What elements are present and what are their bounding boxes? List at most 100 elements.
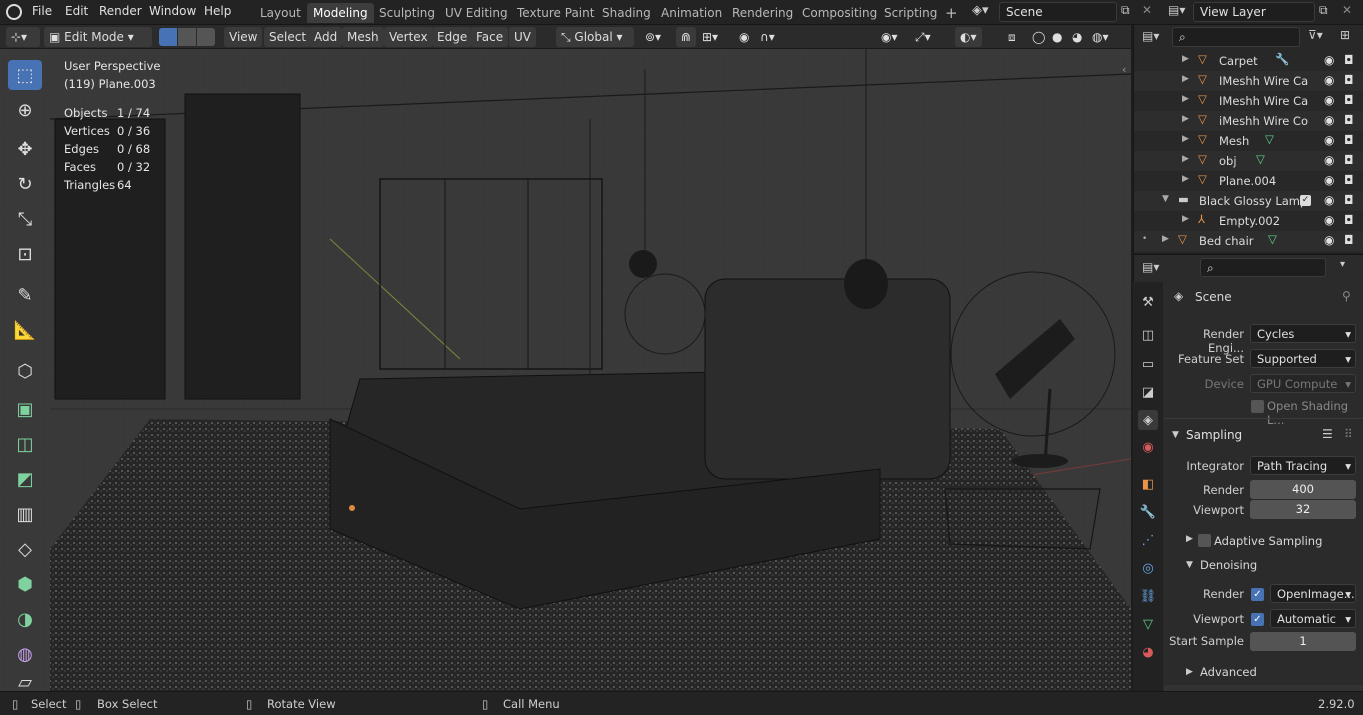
menu-vertex[interactable]: Vertex — [384, 27, 433, 47]
eye-icon[interactable]: ◉ — [1324, 213, 1334, 227]
extrude-tool-icon[interactable]: ▣ — [8, 394, 42, 424]
vertex-select-icon[interactable] — [159, 28, 177, 46]
poly-build-tool-icon[interactable]: ⬢ — [8, 569, 42, 599]
tool-tab-icon[interactable]: ⚒ — [1138, 292, 1158, 312]
outliner-item[interactable]: ▶ ▽ Carpet 🔧 ◉ ◘ — [1134, 51, 1363, 71]
camera-icon[interactable]: ◘ — [1344, 53, 1354, 67]
denoise-viewport-select[interactable]: Automatic ▾ — [1270, 609, 1356, 628]
overlays-icon[interactable]: ◐▾ — [955, 27, 982, 47]
camera-icon[interactable]: ◘ — [1344, 213, 1354, 227]
render-tab-icon[interactable]: ◫ — [1138, 325, 1158, 345]
material-shading-icon[interactable]: ◕ — [1067, 27, 1087, 47]
eye-icon[interactable]: ◉ — [1324, 93, 1334, 107]
rotate-tool-icon[interactable]: ↻ — [8, 169, 42, 199]
outliner-item[interactable]: ▶ ▽ iMeshh Wire Co ◉ ◘ — [1134, 111, 1363, 131]
physics-tab-icon[interactable]: ◎ — [1138, 558, 1158, 578]
expand-arrow-icon[interactable]: ▶ — [1182, 174, 1189, 184]
add-workspace-button[interactable]: + — [939, 3, 964, 23]
tab-animation[interactable]: Animation — [655, 3, 728, 23]
menu-uv[interactable]: UV — [509, 27, 536, 47]
expand-arrow-icon[interactable]: ▶ — [1182, 134, 1189, 144]
camera-icon[interactable]: ◘ — [1344, 133, 1354, 147]
denoise-render-select[interactable]: OpenImage... ▾ — [1270, 584, 1356, 603]
smooth-tool-icon[interactable]: ◍ — [8, 639, 42, 669]
data-tab-icon[interactable]: ▽ — [1138, 614, 1158, 634]
remove-scene-icon[interactable]: ✕ — [1142, 3, 1152, 17]
render-engine-select[interactable]: Cycles ▾ — [1250, 324, 1356, 343]
transform-tool-icon[interactable]: ⊡ — [8, 239, 42, 269]
outliner-search-input[interactable]: ⌕ — [1172, 27, 1300, 47]
eye-icon[interactable]: ◉ — [1324, 173, 1334, 187]
loop-cut-tool-icon[interactable]: ▥ — [8, 499, 42, 529]
outliner-item[interactable]: ▶ ▽ Plane.004 ◉ ◘ — [1134, 171, 1363, 191]
outliner-item[interactable]: ▶ ▽ IMeshh Wire Ca ◉ ◘ — [1134, 91, 1363, 111]
annotate-tool-icon[interactable]: ✎ — [8, 280, 42, 310]
mode-selector[interactable]: ▣ Edit Mode ▾ — [44, 27, 152, 47]
display-mode-icon[interactable]: ▤▾ — [1142, 29, 1159, 43]
tab-texture-paint[interactable]: Texture Paint — [511, 3, 600, 23]
viewport-samples-field[interactable]: 32 — [1250, 500, 1356, 519]
edge-select-icon[interactable] — [178, 28, 196, 46]
filter-icon[interactable]: ⊽▾ — [1308, 28, 1323, 42]
eye-icon[interactable]: ◉ — [1324, 153, 1334, 167]
properties-options-icon[interactable]: ▾ — [1340, 259, 1345, 270]
outliner-collection[interactable]: ▼ ▬ Black Glossy Lamp ✓ ◉ ◘ — [1134, 191, 1363, 211]
menu-file[interactable]: File — [32, 4, 52, 18]
visibility-icon[interactable]: ◉▾ — [876, 27, 903, 47]
modifier-tab-icon[interactable]: 🔧 — [1138, 502, 1158, 522]
outliner-item[interactable]: ▶ ⅄ Empty.002 ◉ ◘ — [1134, 211, 1363, 231]
eye-icon[interactable]: ◉ — [1324, 53, 1334, 67]
sampling-panel-title[interactable]: Sampling — [1186, 428, 1242, 442]
add-cube-tool-icon[interactable]: ⬡ — [8, 356, 42, 386]
expand-arrow-icon[interactable]: ▶ — [1186, 534, 1193, 544]
shear-tool-icon[interactable]: ▱ — [8, 672, 42, 693]
world-tab-icon[interactable]: ◉ — [1138, 437, 1158, 457]
orientation-selector[interactable]: ⤡ Global ▾ — [556, 27, 634, 47]
new-scene-icon[interactable]: ⧉ — [1121, 3, 1130, 18]
snap-icon[interactable]: ⋒ — [676, 27, 697, 47]
camera-icon[interactable]: ◘ — [1344, 93, 1354, 107]
denoising-panel-title[interactable]: Denoising — [1200, 558, 1257, 572]
menu-render[interactable]: Render — [99, 4, 142, 18]
eye-icon[interactable]: ◉ — [1324, 193, 1334, 207]
expand-arrow-icon[interactable]: ▶ — [1182, 154, 1189, 164]
eye-icon[interactable]: ◉ — [1324, 233, 1334, 247]
select-box-tool-icon[interactable]: ⬚ — [8, 60, 42, 90]
menu-view[interactable]: View — [224, 27, 263, 47]
measure-tool-icon[interactable]: 📐 — [8, 315, 42, 345]
bevel-tool-icon[interactable]: ◩ — [8, 464, 42, 494]
xray-icon[interactable]: ⧈ — [1003, 27, 1021, 47]
collapse-arrow-icon[interactable]: ▼ — [1172, 430, 1179, 440]
snap-target-icon[interactable]: ⊞▾ — [697, 27, 723, 47]
blender-logo-icon[interactable] — [6, 4, 22, 20]
inset-tool-icon[interactable]: ◫ — [8, 429, 42, 459]
object-tab-icon[interactable]: ◧ — [1138, 474, 1158, 494]
scale-tool-icon[interactable]: ⤡ — [8, 204, 42, 234]
menu-window[interactable]: Window — [149, 4, 196, 18]
tab-modeling[interactable]: Modeling — [307, 3, 374, 23]
expand-arrow-icon[interactable]: ▶ — [1162, 234, 1169, 244]
scene-selector[interactable]: Scene — [999, 2, 1117, 22]
solid-shading-icon[interactable]: ● — [1047, 27, 1067, 47]
tab-sculpting[interactable]: Sculpting — [373, 3, 441, 23]
move-tool-icon[interactable]: ✥ — [8, 134, 42, 164]
falloff-icon[interactable]: ∩▾ — [755, 27, 780, 47]
face-select-icon[interactable] — [197, 28, 215, 46]
rendered-shading-icon[interactable]: ◍▾ — [1087, 27, 1114, 47]
view-layer-tab-icon[interactable]: ◪ — [1138, 382, 1158, 402]
particles-tab-icon[interactable]: ⋰ — [1138, 530, 1158, 550]
menu-add[interactable]: Add — [309, 27, 343, 47]
tab-uv-editing[interactable]: UV Editing — [439, 3, 514, 23]
new-view-layer-icon[interactable]: ⧉ — [1319, 3, 1328, 18]
tab-shading[interactable]: Shading — [596, 3, 657, 23]
menu-face[interactable]: Face — [471, 27, 509, 47]
constraints-tab-icon[interactable]: ⛓ — [1138, 586, 1158, 606]
remove-view-layer-icon[interactable]: ✕ — [1342, 3, 1352, 17]
view-layer-icon[interactable]: ▤▾ — [1168, 3, 1185, 17]
properties-editor-type-icon[interactable]: ▤▾ — [1142, 260, 1159, 274]
tab-scripting[interactable]: Scripting — [878, 3, 943, 23]
view-layer-selector[interactable]: View Layer — [1193, 2, 1315, 22]
start-sample-field[interactable]: 1 — [1250, 632, 1356, 651]
proportional-edit-icon[interactable]: ◉ — [734, 27, 754, 47]
outliner-item[interactable]: ▶ ▽ obj ▽ ◉ ◘ — [1134, 151, 1363, 171]
